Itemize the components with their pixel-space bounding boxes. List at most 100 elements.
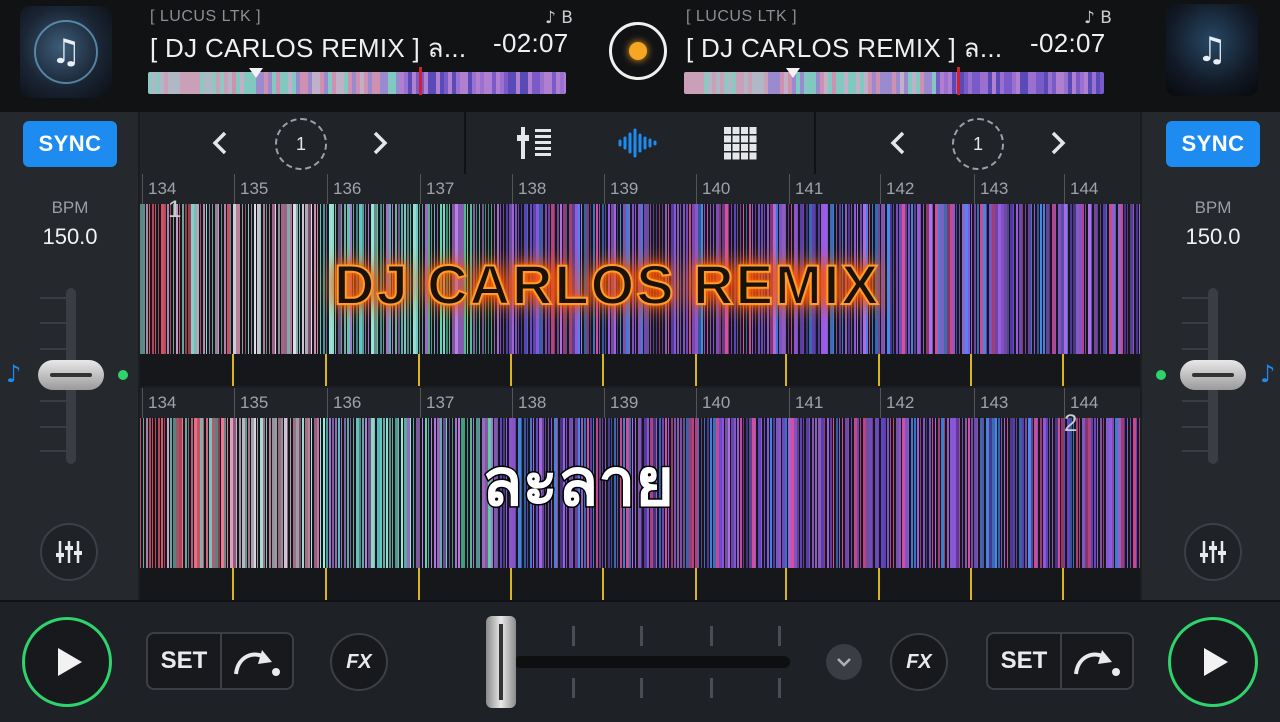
crossfader-options-button[interactable]: [826, 644, 862, 680]
left-pitch-slider[interactable]: [38, 360, 104, 390]
right-set-cue-button[interactable]: SET: [988, 634, 1062, 688]
waveform-line: [1139, 418, 1140, 568]
right-deck-overview-waveform[interactable]: [684, 72, 1104, 94]
waveform-line: [914, 418, 916, 568]
waveform-line: [965, 418, 967, 568]
left-deck-waveform[interactable]: 134 135 136 137 138 139 140 141 142 143 144 1 DJ C…: [140, 174, 1140, 386]
right-pitch-slider[interactable]: [1180, 360, 1246, 390]
waveform-line: [332, 418, 334, 568]
waveform-line: [971, 204, 972, 354]
left-fx-button[interactable]: FX: [330, 633, 388, 691]
beat-tick: [1064, 174, 1065, 204]
waveform-line: [1091, 418, 1093, 568]
right-cue-jump-button[interactable]: [1062, 634, 1132, 688]
right-eq-button[interactable]: [1184, 523, 1242, 581]
toolbar-divider: [464, 112, 466, 174]
waveform-line: [893, 418, 894, 568]
beat-tick: [789, 174, 790, 204]
beat-tick: [789, 388, 790, 418]
waveform-line: [245, 204, 246, 354]
waveform-line: [173, 204, 174, 354]
right-pitch-center-indicator: [1156, 370, 1166, 380]
waveform-line: [1022, 418, 1024, 568]
waveform-line: [449, 418, 450, 568]
waveform-line: [263, 418, 265, 568]
left-deck-overview-waveform[interactable]: [148, 72, 566, 94]
waveform-line: [971, 418, 973, 568]
left-eq-button[interactable]: [40, 523, 98, 581]
waveform-line: [455, 418, 457, 568]
left-deck-title[interactable]: [ DJ CARLOS REMIX ] ล...: [150, 28, 466, 69]
waveform-line: [143, 418, 144, 568]
beat-tick: [696, 388, 697, 418]
left-play-button[interactable]: [22, 617, 112, 707]
left-set-cue-button[interactable]: SET: [148, 634, 222, 688]
waveform-line: [245, 418, 247, 568]
crossfader-handle[interactable]: [486, 616, 516, 708]
pitch-tick: [40, 450, 76, 452]
right-beat-ruler: 134 135 136 137 138 139 140 141 142 143 144: [140, 388, 1140, 418]
left-hotcue-marker[interactable]: 1: [168, 196, 181, 224]
left-key-lock-icon[interactable]: ♪: [6, 360, 21, 388]
crossfader-track[interactable]: [514, 656, 790, 668]
waveform-line: [1016, 418, 1017, 568]
waveform-line: [1049, 204, 1050, 354]
waveform-line: [1115, 204, 1116, 354]
waveform-line: [374, 418, 375, 568]
beat-grid-marker: [695, 568, 697, 600]
waveform-line: [977, 204, 979, 354]
waveform-line: [320, 204, 321, 354]
right-deck-title[interactable]: [ DJ CARLOS REMIX ] ล...: [686, 28, 1002, 69]
waveform-line: [1031, 204, 1032, 354]
waveform-line: [1121, 204, 1123, 354]
waveform-view-button[interactable]: [612, 122, 662, 164]
pads-view-button[interactable]: [715, 122, 765, 164]
record-button[interactable]: [609, 22, 667, 80]
left-deck-cover-art[interactable]: ♫: [20, 6, 112, 98]
right-loop-prev-button[interactable]: [878, 120, 918, 166]
left-cue-jump-button[interactable]: [222, 634, 292, 688]
right-hotcue-marker[interactable]: 2: [1064, 410, 1077, 438]
beat-grid-marker: [970, 568, 972, 600]
waveform-line: [251, 204, 252, 354]
right-play-button[interactable]: [1168, 617, 1258, 707]
beat-tick: [512, 174, 513, 204]
right-loop-next-button[interactable]: [1038, 120, 1078, 166]
right-key-lock-icon[interactable]: ♪: [1260, 360, 1275, 388]
waveform-line: [419, 418, 420, 568]
crossfader-tick: [572, 626, 575, 646]
right-deck-controls: SYNC BPM 150.0 ♪: [1142, 112, 1280, 600]
waveform-line: [983, 418, 984, 568]
waveform-line: [698, 418, 699, 568]
waveform-line: [365, 418, 367, 568]
right-deck-waveform[interactable]: 134 135 136 137 138 139 140 141 142 143 144 2 ละลา…: [140, 388, 1140, 600]
left-loop-button[interactable]: 1: [275, 118, 327, 170]
waveform-line: [410, 418, 411, 568]
left-bpm-value: 150.0: [42, 224, 98, 249]
right-loop-button[interactable]: 1: [952, 118, 1004, 170]
beat-grid-marker: [232, 568, 234, 600]
waveform-line: [311, 204, 312, 354]
waveform-line: [242, 204, 243, 354]
beat-tick: [420, 174, 421, 204]
waveform-line: [1070, 204, 1072, 354]
left-sync-button[interactable]: SYNC: [23, 121, 117, 167]
right-sync-button[interactable]: SYNC: [1166, 121, 1260, 167]
waveform-line: [167, 418, 169, 568]
right-deck-cover-art[interactable]: ♫: [1166, 4, 1258, 96]
right-bpm-label: BPM: [1194, 198, 1232, 217]
left-loop-prev-button[interactable]: [200, 120, 240, 166]
beat-tick: [974, 388, 975, 418]
pitch-tick: [1182, 400, 1218, 402]
waveform-line: [932, 204, 933, 354]
crossfader-tick: [572, 678, 575, 698]
waveform-line: [392, 418, 393, 568]
waveform-line: [275, 204, 276, 354]
waveform-line: [734, 418, 736, 568]
right-fx-button[interactable]: FX: [890, 633, 948, 691]
waveform-line: [1082, 204, 1084, 354]
waveform-line: [338, 418, 340, 568]
mixer-view-button[interactable]: [510, 122, 560, 164]
waveform-line: [1013, 418, 1015, 568]
left-loop-next-button[interactable]: [360, 120, 400, 166]
